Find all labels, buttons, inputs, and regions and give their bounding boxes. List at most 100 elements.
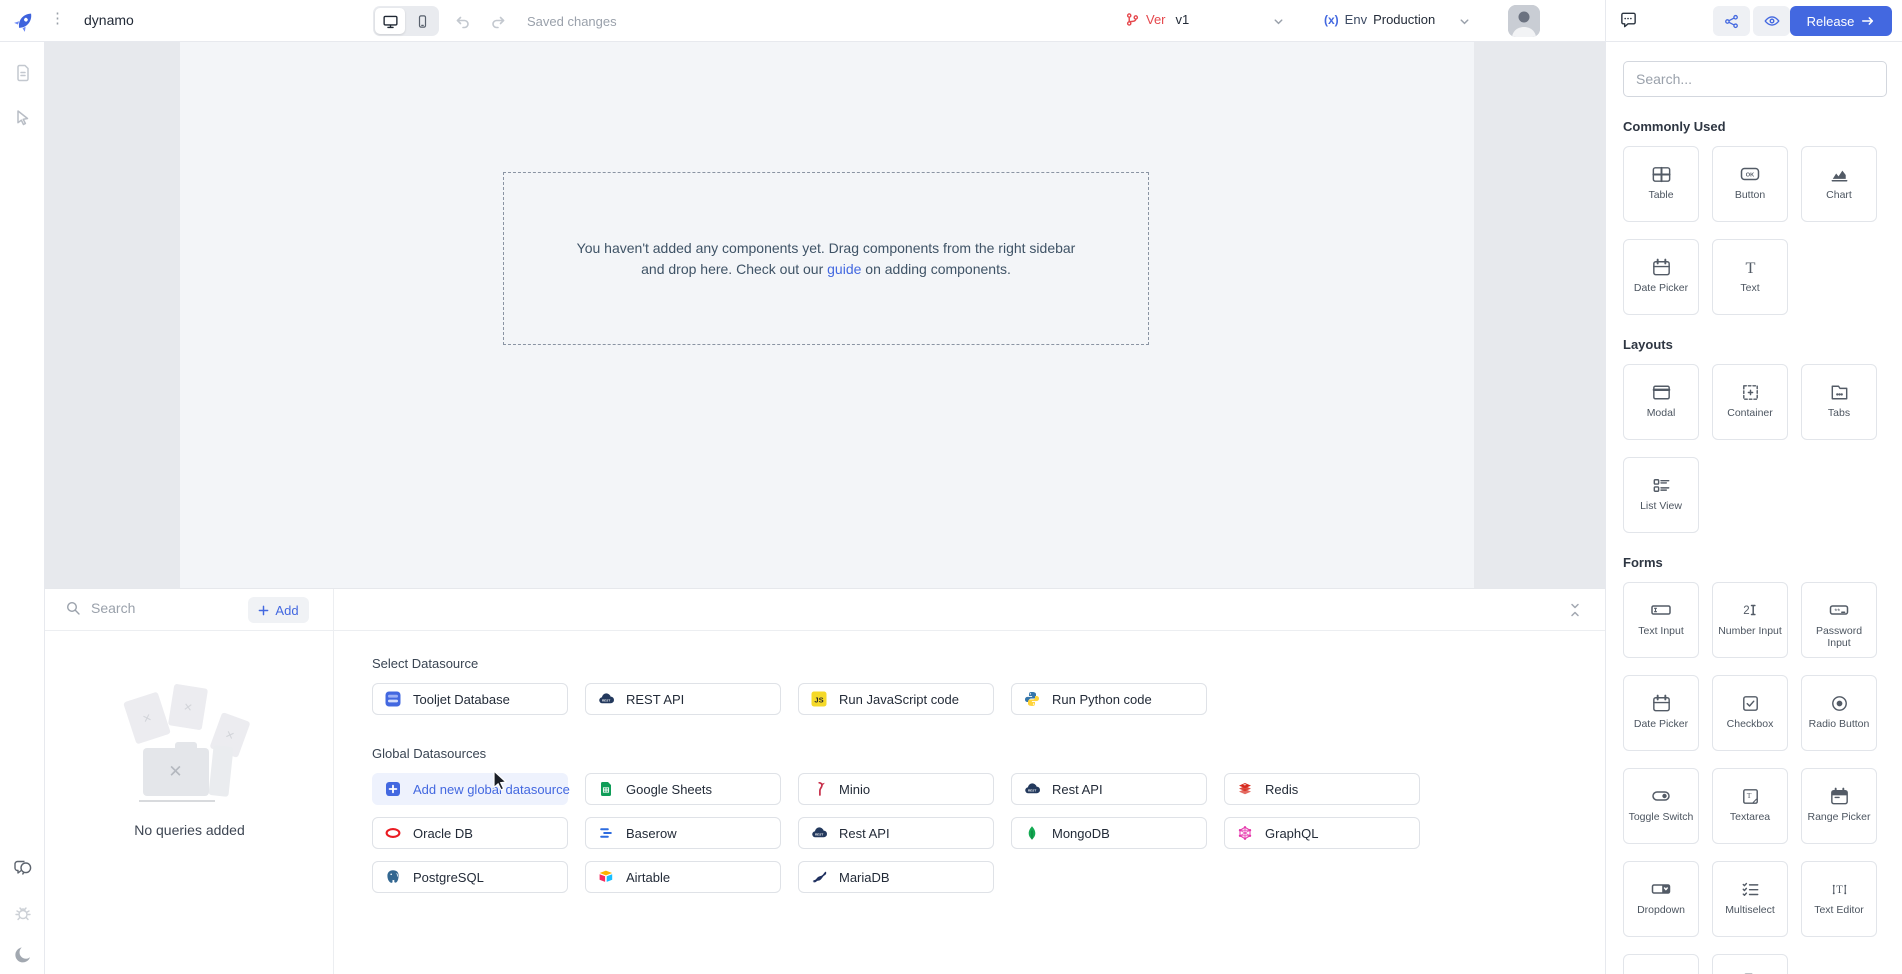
datasource-redis[interactable]: Redis [1224, 773, 1420, 805]
component-card-rating[interactable] [1623, 954, 1699, 974]
preview-eye-button[interactable] [1753, 6, 1790, 36]
radio-button-icon [1828, 689, 1851, 717]
component-card-file-picker[interactable] [1712, 954, 1788, 974]
left-sidebar [0, 42, 45, 974]
component-card-checkbox[interactable]: Checkbox [1712, 675, 1788, 751]
component-label: Tabs [1825, 406, 1853, 419]
inspector-pointer-icon[interactable] [12, 106, 34, 128]
save-status: Saved changes [527, 14, 617, 29]
svg-text:REST: REST [602, 699, 610, 703]
desktop-view-button[interactable] [375, 8, 405, 34]
environment-selector[interactable]: (x) Env Production [1324, 12, 1435, 27]
datasource-run-python-code[interactable]: Run Python code [1011, 683, 1207, 715]
component-card-text-editor[interactable]: TText Editor [1801, 861, 1877, 937]
version-label: Ver [1146, 12, 1166, 27]
version-chevron-down-icon[interactable] [1272, 15, 1285, 28]
canvas-area: You haven't added any components yet. Dr… [45, 42, 1605, 588]
component-card-list-view[interactable]: List View [1623, 457, 1699, 533]
datasource-rest-api[interactable]: RESTRest API [1011, 773, 1207, 805]
rest-api-icon: REST [1024, 781, 1040, 797]
svg-text:REST: REST [1028, 789, 1036, 793]
component-card-date-picker[interactable]: Date Picker [1623, 239, 1699, 315]
datasource-tooljet-database[interactable]: Tooljet Database [372, 683, 568, 715]
component-card-toggle-switch[interactable]: Toggle Switch [1623, 768, 1699, 844]
component-grid: TableOKButton Chart Date PickerTText [1623, 146, 1886, 315]
app-menu-icon[interactable]: ⋮ [50, 9, 65, 27]
component-card-number-input[interactable]: 2Number Input [1712, 582, 1788, 658]
component-card-textarea[interactable]: TTextarea [1712, 768, 1788, 844]
redis-icon [1237, 781, 1253, 797]
add-global-datasource-button[interactable]: Add new global datasource [372, 773, 568, 805]
components-search-input[interactable] [1623, 61, 1887, 97]
no-queries-text: No queries added [45, 822, 334, 838]
datasource-mongodb[interactable]: MongoDB [1011, 817, 1207, 849]
dark-mode-moon-icon[interactable] [12, 944, 34, 966]
datasource-oracle-db[interactable]: Oracle DB [372, 817, 568, 849]
pages-icon[interactable] [12, 62, 34, 84]
datasource-baserow[interactable]: Baserow [585, 817, 781, 849]
share-button[interactable] [1713, 6, 1750, 36]
global-datasources-heading: Global Datasources [372, 746, 1605, 761]
component-card-text-input[interactable]: Text Input [1623, 582, 1699, 658]
table-icon [1650, 160, 1673, 188]
datasource-mariadb[interactable]: MariaDB [798, 861, 994, 893]
component-card-chart[interactable]: Chart [1801, 146, 1877, 222]
component-card-text[interactable]: TText [1712, 239, 1788, 315]
component-label: Text Editor [1811, 903, 1867, 916]
release-button[interactable]: Release [1790, 6, 1892, 36]
debugger-bug-icon[interactable] [12, 902, 34, 924]
datasource-rest-api[interactable]: RESTREST API [585, 683, 781, 715]
add-query-button[interactable]: Add [248, 597, 309, 623]
component-card-table[interactable]: Table [1623, 146, 1699, 222]
datasource-postgresql[interactable]: PostgreSQL [372, 861, 568, 893]
datasource-label: Add new global datasource [413, 782, 570, 797]
component-card-multiselect[interactable]: Multiselect [1712, 861, 1788, 937]
avatar[interactable] [1508, 5, 1540, 37]
svg-text:JS: JS [814, 696, 823, 705]
component-label: Text Input [1635, 624, 1687, 637]
datasource-rest-api[interactable]: RESTRest API [798, 817, 994, 849]
tooljet-logo-icon[interactable] [9, 7, 39, 37]
component-label: Modal [1644, 406, 1679, 419]
datasource-airtable[interactable]: Airtable [585, 861, 781, 893]
undo-icon[interactable] [452, 11, 474, 33]
rating-icon [1650, 968, 1673, 974]
rest-api-icon: REST [598, 691, 614, 707]
datasource-label: MariaDB [839, 870, 890, 885]
empty-state-line2: and drop here. Check out our [641, 261, 827, 277]
component-card-button[interactable]: OKButton [1712, 146, 1788, 222]
component-label: Chart [1823, 188, 1855, 201]
number-input-icon: 2 [1738, 596, 1762, 624]
multiselect-icon [1739, 875, 1762, 903]
component-card-modal[interactable]: Modal [1623, 364, 1699, 440]
component-card-date-picker[interactable]: Date Picker [1623, 675, 1699, 751]
date-picker-icon [1650, 689, 1673, 717]
component-card-container[interactable]: Container [1712, 364, 1788, 440]
datasource-minio[interactable]: Minio [798, 773, 994, 805]
env-chevron-down-icon[interactable] [1458, 15, 1471, 28]
mobile-view-button[interactable] [407, 8, 437, 34]
graphql-icon [1237, 825, 1253, 841]
collapse-panel-icon[interactable] [1565, 599, 1585, 621]
datasource-label: Oracle DB [413, 826, 473, 841]
query-search-input[interactable] [91, 600, 201, 616]
datasource-label: Rest API [839, 826, 890, 841]
component-card-range-picker[interactable]: Range Picker [1801, 768, 1877, 844]
component-card-dropdown[interactable]: Dropdown [1623, 861, 1699, 937]
component-card-tabs[interactable]: Tabs [1801, 364, 1877, 440]
canvas[interactable]: You haven't added any components yet. Dr… [180, 42, 1474, 588]
chat-bubbles-icon[interactable] [12, 858, 34, 880]
svg-text:2: 2 [1743, 605, 1749, 617]
guide-link[interactable]: guide [827, 261, 861, 277]
global-datasource-row: Add new global datasource Google Sheets Mi… [372, 773, 1605, 805]
component-card-radio-button[interactable]: Radio Button [1801, 675, 1877, 751]
datasource-run-javascript-code[interactable]: JSRun JavaScript code [798, 683, 994, 715]
datasource-graphql[interactable]: GraphQL [1224, 817, 1420, 849]
comments-icon[interactable] [1619, 10, 1638, 29]
datasource-google-sheets[interactable]: Google Sheets [585, 773, 781, 805]
version-selector[interactable]: Ver v1 [1125, 12, 1189, 27]
mongodb-icon [1024, 825, 1040, 841]
minio-icon [811, 781, 827, 797]
component-card-password-input[interactable]: **Password Input [1801, 582, 1877, 658]
redo-icon[interactable] [487, 11, 509, 33]
